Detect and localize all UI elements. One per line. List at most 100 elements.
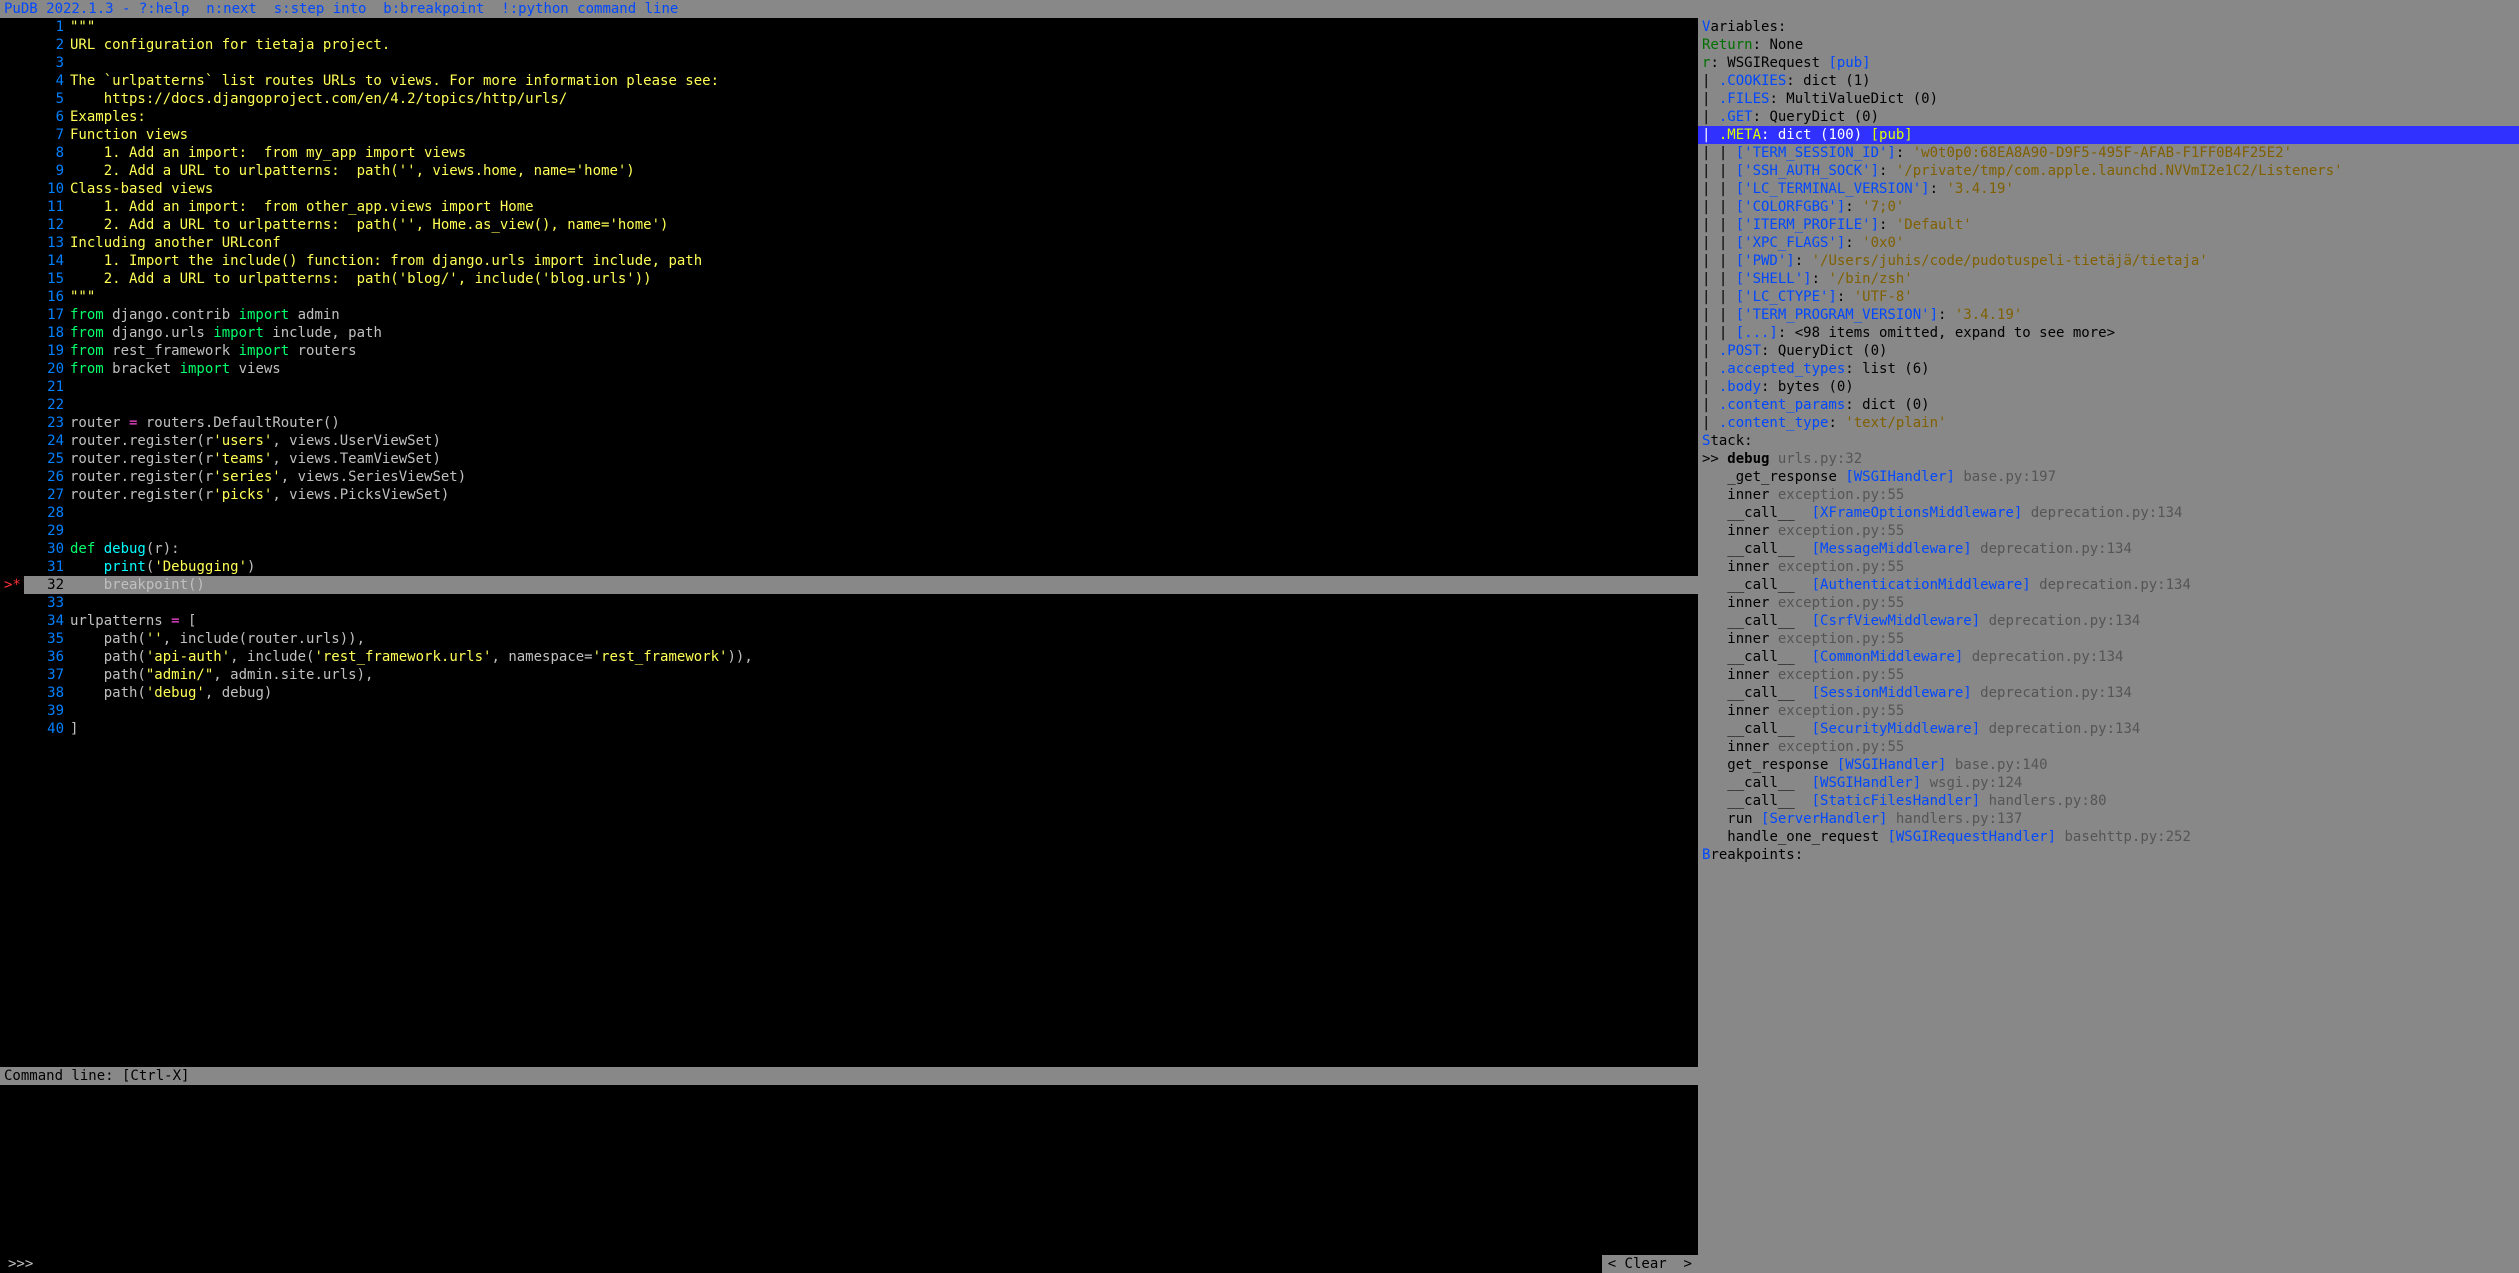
variables-header[interactable]: Variables:: [1698, 18, 2519, 36]
variable-row[interactable]: | .body: bytes (0): [1698, 378, 2519, 396]
code-line[interactable]: 14 1. Import the include() function: fro…: [0, 252, 1698, 270]
code-line[interactable]: 15 2. Add a URL to urlpatterns: path('bl…: [0, 270, 1698, 288]
code-line[interactable]: 7Function views: [0, 126, 1698, 144]
stack-frame[interactable]: __call__ [SecurityMiddleware] deprecatio…: [1698, 720, 2519, 738]
code-line[interactable]: 34urlpatterns = [: [0, 612, 1698, 630]
variable-row[interactable]: | | ['COLORFGBG']: '7;0': [1698, 198, 2519, 216]
code-line[interactable]: 11 1. Add an import: from other_app.view…: [0, 198, 1698, 216]
code-line[interactable]: 38 path('debug', debug): [0, 684, 1698, 702]
code-line[interactable]: 1""": [0, 18, 1698, 36]
code-line[interactable]: 3: [0, 54, 1698, 72]
code-line[interactable]: 31 print('Debugging'): [0, 558, 1698, 576]
stack-frame[interactable]: handle_one_request [WSGIRequestHandler] …: [1698, 828, 2519, 846]
source-code-pane[interactable]: 1""" 2URL configuration for tietaja proj…: [0, 18, 1698, 1067]
command-prompt[interactable]: >>>: [0, 1255, 1602, 1273]
code-line[interactable]: 16""": [0, 288, 1698, 306]
code-line[interactable]: >*32 breakpoint(): [0, 576, 1698, 594]
variable-row[interactable]: | | ['ITERM_PROFILE']: 'Default': [1698, 216, 2519, 234]
code-line[interactable]: 21: [0, 378, 1698, 396]
line-marker: [0, 666, 24, 684]
stack-frame[interactable]: inner exception.py:55: [1698, 630, 2519, 648]
variable-row[interactable]: | | ['TERM_PROGRAM_VERSION']: '3.4.19': [1698, 306, 2519, 324]
stack-header[interactable]: Stack:: [1698, 432, 2519, 450]
code-line[interactable]: 6Examples:: [0, 108, 1698, 126]
line-number: 13: [24, 234, 70, 252]
code-line[interactable]: 9 2. Add a URL to urlpatterns: path('', …: [0, 162, 1698, 180]
code-line[interactable]: 28: [0, 504, 1698, 522]
stack-frame[interactable]: run [ServerHandler] handlers.py:137: [1698, 810, 2519, 828]
stack-frame[interactable]: get_response [WSGIHandler] base.py:140: [1698, 756, 2519, 774]
code-line[interactable]: 29: [0, 522, 1698, 540]
variable-row[interactable]: | | ['LC_TERMINAL_VERSION']: '3.4.19': [1698, 180, 2519, 198]
variable-row[interactable]: | | ['XPC_FLAGS']: '0x0': [1698, 234, 2519, 252]
variable-row[interactable]: | .accepted_types: list (6): [1698, 360, 2519, 378]
line-marker: [0, 270, 24, 288]
line-marker: [0, 396, 24, 414]
stack-frame[interactable]: inner exception.py:55: [1698, 486, 2519, 504]
stack-frame[interactable]: inner exception.py:55: [1698, 594, 2519, 612]
line-number: 14: [24, 252, 70, 270]
variable-row[interactable]: | .content_params: dict (0): [1698, 396, 2519, 414]
stack-frame[interactable]: inner exception.py:55: [1698, 738, 2519, 756]
code-line[interactable]: 36 path('api-auth', include('rest_framew…: [0, 648, 1698, 666]
stack-frame[interactable]: >> debug urls.py:32: [1698, 450, 2519, 468]
code-line[interactable]: 33: [0, 594, 1698, 612]
stack-frame[interactable]: inner exception.py:55: [1698, 558, 2519, 576]
variable-row[interactable]: | .GET: QueryDict (0): [1698, 108, 2519, 126]
clear-button[interactable]: < Clear >: [1602, 1255, 1698, 1273]
code-line[interactable]: 18from django.urls import include, path: [0, 324, 1698, 342]
code-line[interactable]: 37 path("admin/", admin.site.urls),: [0, 666, 1698, 684]
code-line[interactable]: 19from rest_framework import routers: [0, 342, 1698, 360]
variable-row[interactable]: Return: None: [1698, 36, 2519, 54]
variable-row[interactable]: | .content_type: 'text/plain': [1698, 414, 2519, 432]
variable-row[interactable]: | | ['SHELL']: '/bin/zsh': [1698, 270, 2519, 288]
code-line[interactable]: 13Including another URLconf: [0, 234, 1698, 252]
code-line[interactable]: 8 1. Add an import: from my_app import v…: [0, 144, 1698, 162]
stack-frame[interactable]: __call__ [StaticFilesHandler] handlers.p…: [1698, 792, 2519, 810]
variable-row[interactable]: | .POST: QueryDict (0): [1698, 342, 2519, 360]
code-line[interactable]: 27router.register(r'picks', views.PicksV…: [0, 486, 1698, 504]
breakpoints-pane[interactable]: [1698, 864, 2519, 1273]
code-line[interactable]: 22: [0, 396, 1698, 414]
stack-frame[interactable]: __call__ [SessionMiddleware] deprecation…: [1698, 684, 2519, 702]
variable-row[interactable]: | .META: dict (100) [pub]: [1698, 126, 2519, 144]
variable-row[interactable]: | .FILES: MultiValueDict (0): [1698, 90, 2519, 108]
stack-frame[interactable]: __call__ [CommonMiddleware] deprecation.…: [1698, 648, 2519, 666]
stack-frame[interactable]: inner exception.py:55: [1698, 666, 2519, 684]
line-number: 40: [24, 720, 70, 738]
stack-frame[interactable]: __call__ [CsrfViewMiddleware] deprecatio…: [1698, 612, 2519, 630]
stack-frame[interactable]: __call__ [MessageMiddleware] deprecation…: [1698, 540, 2519, 558]
variable-row[interactable]: | | ['SSH_AUTH_SOCK']: '/private/tmp/com…: [1698, 162, 2519, 180]
code-line[interactable]: 12 2. Add a URL to urlpatterns: path('',…: [0, 216, 1698, 234]
stack-frame[interactable]: _get_response [WSGIHandler] base.py:197: [1698, 468, 2519, 486]
code-line[interactable]: 5 https://docs.djangoproject.com/en/4.2/…: [0, 90, 1698, 108]
stack-frame[interactable]: inner exception.py:55: [1698, 702, 2519, 720]
code-line[interactable]: 25router.register(r'teams', views.TeamVi…: [0, 450, 1698, 468]
variable-row[interactable]: r: WSGIRequest [pub]: [1698, 54, 2519, 72]
variable-row[interactable]: | | ['TERM_SESSION_ID']: 'w0t0p0:68EA8A9…: [1698, 144, 2519, 162]
code-line[interactable]: 26router.register(r'series', views.Serie…: [0, 468, 1698, 486]
code-line[interactable]: 35 path('', include(router.urls)),: [0, 630, 1698, 648]
stack-frame[interactable]: __call__ [AuthenticationMiddleware] depr…: [1698, 576, 2519, 594]
code-line[interactable]: 17from django.contrib import admin: [0, 306, 1698, 324]
variable-row[interactable]: | .COOKIES: dict (1): [1698, 72, 2519, 90]
code-line[interactable]: 4The `urlpatterns` list routes URLs to v…: [0, 72, 1698, 90]
stack-pane[interactable]: >> debug urls.py:32 _get_response [WSGIH…: [1698, 450, 2519, 846]
code-line[interactable]: 24router.register(r'users', views.UserVi…: [0, 432, 1698, 450]
code-line[interactable]: 10Class-based views: [0, 180, 1698, 198]
variable-row[interactable]: | | [...]: <98 items omitted, expand to …: [1698, 324, 2519, 342]
stack-frame[interactable]: __call__ [WSGIHandler] wsgi.py:124: [1698, 774, 2519, 792]
code-line[interactable]: 23router = routers.DefaultRouter(): [0, 414, 1698, 432]
breakpoints-header[interactable]: Breakpoints:: [1698, 846, 2519, 864]
command-line-output[interactable]: [0, 1085, 1698, 1255]
code-line[interactable]: 20from bracket import views: [0, 360, 1698, 378]
variables-pane[interactable]: Return: Noner: WSGIRequest [pub]| .COOKI…: [1698, 36, 2519, 432]
code-line[interactable]: 2URL configuration for tietaja project.: [0, 36, 1698, 54]
stack-frame[interactable]: __call__ [XFrameOptionsMiddleware] depre…: [1698, 504, 2519, 522]
stack-frame[interactable]: inner exception.py:55: [1698, 522, 2519, 540]
variable-row[interactable]: | | ['LC_CTYPE']: 'UTF-8': [1698, 288, 2519, 306]
code-line[interactable]: 40]: [0, 720, 1698, 738]
code-line[interactable]: 30def debug(r):: [0, 540, 1698, 558]
code-line[interactable]: 39: [0, 702, 1698, 720]
variable-row[interactable]: | | ['PWD']: '/Users/juhis/code/pudotusp…: [1698, 252, 2519, 270]
